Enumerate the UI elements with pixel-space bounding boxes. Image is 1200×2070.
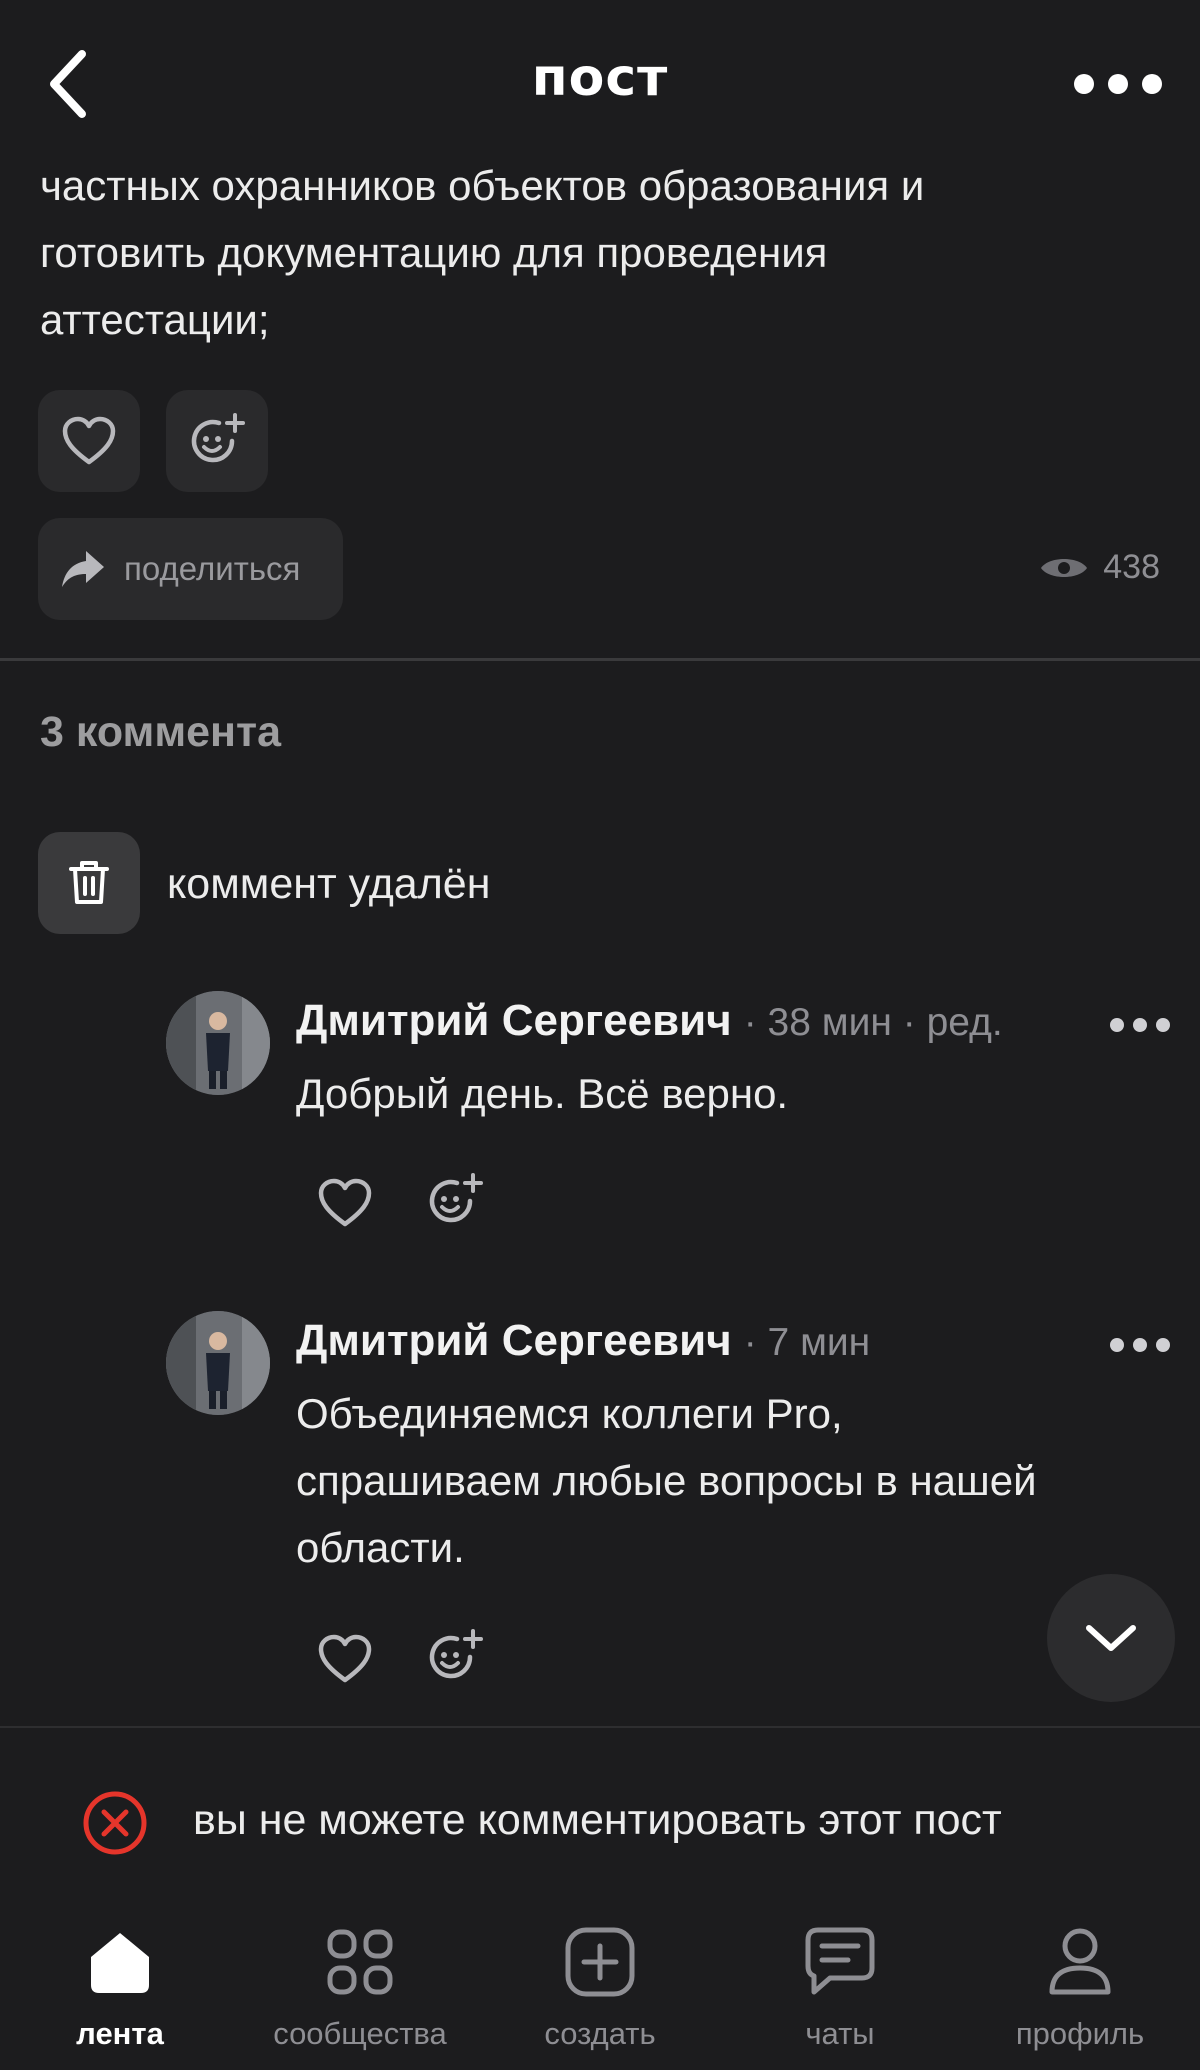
comment-meta: · 38 мин · ред. [743,1001,1003,1044]
post-like-button[interactable] [38,390,140,492]
heart-icon [62,416,116,465]
divider [0,1726,1200,1728]
nav-label: сообщества [273,2016,447,2051]
avatar[interactable] [166,1311,270,1415]
chat-icon [800,1922,880,2002]
post-text-line: аттестации; [40,296,270,343]
more-dots-icon [1110,1018,1170,1032]
plus-square-icon [560,1922,640,2002]
divider [0,658,1200,661]
profile-icon [1040,1922,1120,2002]
grid-icon [320,1922,400,2002]
comment-text: Объединяемся коллеги Pro, спрашиваем люб… [296,1380,1176,1581]
comment-like-button[interactable] [314,1628,376,1690]
view-count-number: 438 [1103,548,1160,586]
post-body: частных охранников объектов образования … [40,152,1160,353]
avatar[interactable] [166,991,270,1095]
comment-text-line: Добрый день. Всё верно. [296,1070,789,1117]
home-icon [80,1922,160,2002]
deleted-comment-avatar [38,832,140,934]
view-count: 438 [1039,548,1160,587]
emoji-add-icon [429,1173,483,1223]
comments-disabled-message: вы не можете комментировать этот пост [193,1796,1002,1844]
nav-item-profile[interactable]: профиль [960,1922,1200,2052]
comment-text-line: спрашиваем любые вопросы в нашей [296,1457,1037,1504]
post-text-line: готовить документацию для проведения [40,229,828,276]
eye-icon [1041,558,1088,577]
comment-text-line: Объединяемся коллеги Pro, [296,1390,843,1437]
post-more-button[interactable] [1070,62,1166,106]
comments-count: 3 коммента [40,708,281,756]
nav-label: чаты [805,2016,875,2051]
comment-like-button[interactable] [314,1172,376,1234]
share-arrow-icon [62,551,104,587]
comment-header: Дмитрий Сергеевич · 38 мин · ред. [296,996,1116,1046]
nav-item-create[interactable]: создать [480,1922,720,2052]
bottom-nav: лента сообщества создать чаты профиль [0,1900,1200,2070]
nav-label: лента [76,2016,164,2051]
deleted-comment-label: коммент удалён [167,860,491,908]
emoji-add-icon [429,1629,483,1679]
post-text-line: частных охранников объектов образования … [40,162,925,209]
share-button[interactable]: поделиться [38,518,343,620]
nav-item-feed[interactable]: лента [0,1922,240,2052]
trash-icon [69,861,109,904]
comment-more-button[interactable] [1108,1010,1172,1040]
share-label: поделиться [124,550,301,587]
emoji-add-icon [191,413,245,463]
chevron-down-icon [1086,1625,1136,1651]
error-x-circle-icon [82,1790,148,1856]
nav-label: профиль [1015,2016,1145,2051]
comment-more-button[interactable] [1108,1330,1172,1360]
comment-text: Добрый день. Всё верно. [296,1060,1156,1127]
comment-text-line: области. [296,1524,465,1571]
avatar-photo [166,1311,270,1415]
comment-author[interactable]: Дмитрий Сергеевич [296,1316,732,1366]
post-add-reaction-button[interactable] [166,390,268,492]
nav-label: создать [544,2016,656,2051]
more-dots-icon [1110,1338,1170,1352]
comment-add-reaction-button[interactable] [424,1170,486,1232]
comment-add-reaction-button[interactable] [424,1626,486,1688]
heart-icon [318,1178,372,1227]
nav-item-communities[interactable]: сообщества [240,1922,480,2052]
nav-item-chats[interactable]: чаты [720,1922,960,2052]
more-dots-icon [1074,74,1162,94]
heart-icon [318,1634,372,1683]
page-title: пост [531,48,669,108]
comment-author[interactable]: Дмитрий Сергеевич [296,996,732,1046]
comment-header: Дмитрий Сергеевич · 7 мин [296,1316,1116,1366]
comment-meta: · 7 мин [743,1321,871,1364]
avatar-photo [166,991,270,1095]
scroll-down-button[interactable] [1047,1574,1175,1702]
